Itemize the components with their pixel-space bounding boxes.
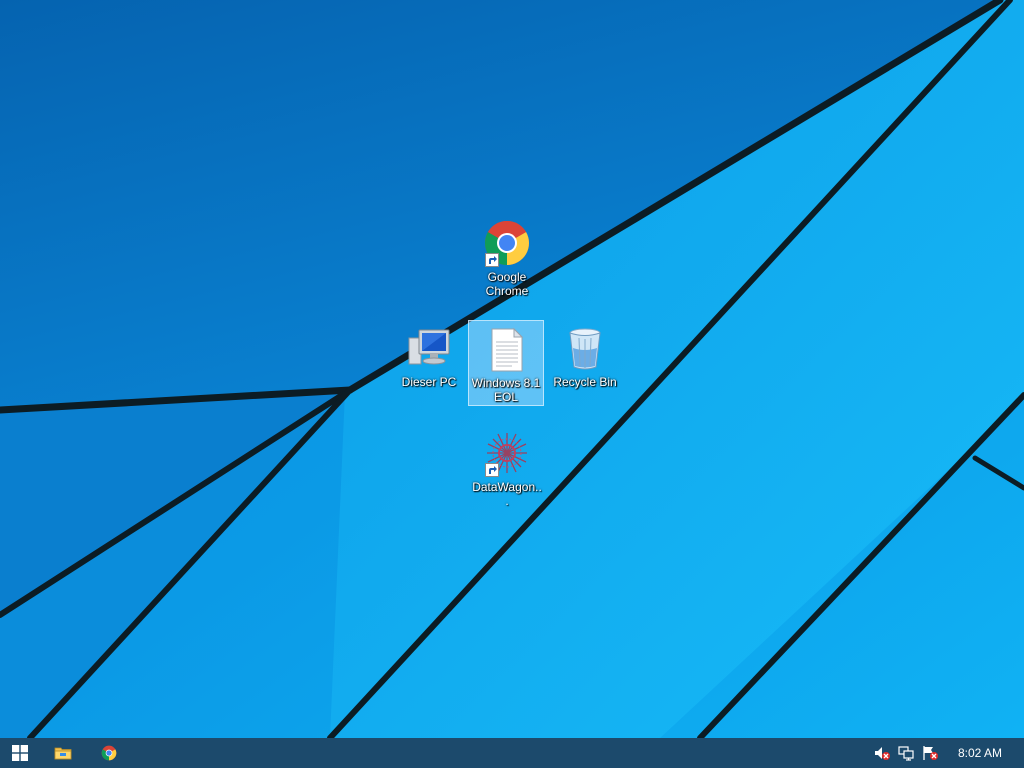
taskbar-chrome-button[interactable] [89, 738, 129, 768]
action-center-icon [923, 746, 938, 760]
volume-muted-icon [875, 747, 890, 760]
tray-network-button[interactable] [898, 745, 914, 761]
text-document-icon [491, 327, 524, 372]
taskbar: 8:02 AM [0, 738, 1024, 768]
taskbar-clock[interactable]: 8:02 AM [958, 738, 1002, 768]
desktop-icon-google-chrome[interactable]: Google Chrome [469, 215, 545, 301]
computer-icon [408, 329, 450, 365]
desktop-icon-label: DataWagon... [472, 480, 542, 508]
start-button[interactable] [0, 738, 40, 768]
desktop-icon-datawagon[interactable]: DataWagon... [469, 425, 545, 511]
taskbar-file-explorer-button[interactable] [43, 738, 83, 768]
file-explorer-icon [54, 747, 72, 760]
recycle-bin-icon [569, 328, 601, 370]
shortcut-arrow-icon [485, 463, 499, 477]
chrome-icon [101, 745, 117, 761]
desktop-icon-label: Dieser PC [401, 375, 457, 389]
tray-volume-button[interactable] [874, 745, 890, 761]
tray-action-center-button[interactable] [922, 745, 938, 761]
windows-start-icon [12, 745, 28, 761]
desktop-icon-recycle-bin[interactable]: Recycle Bin [547, 320, 623, 392]
desktop-icon-label: Recycle Bin [553, 375, 617, 389]
network-icon [898, 746, 914, 761]
desktop-icon-dieser-pc[interactable]: Dieser PC [391, 320, 467, 392]
shortcut-arrow-icon [485, 253, 499, 267]
desktop-icon-windows-81-eol[interactable]: Windows 8.1 EOL [468, 320, 544, 406]
desktop-icon-label: Google Chrome [485, 270, 529, 298]
desktop-icon-label: Windows 8.1 EOL [471, 376, 541, 404]
